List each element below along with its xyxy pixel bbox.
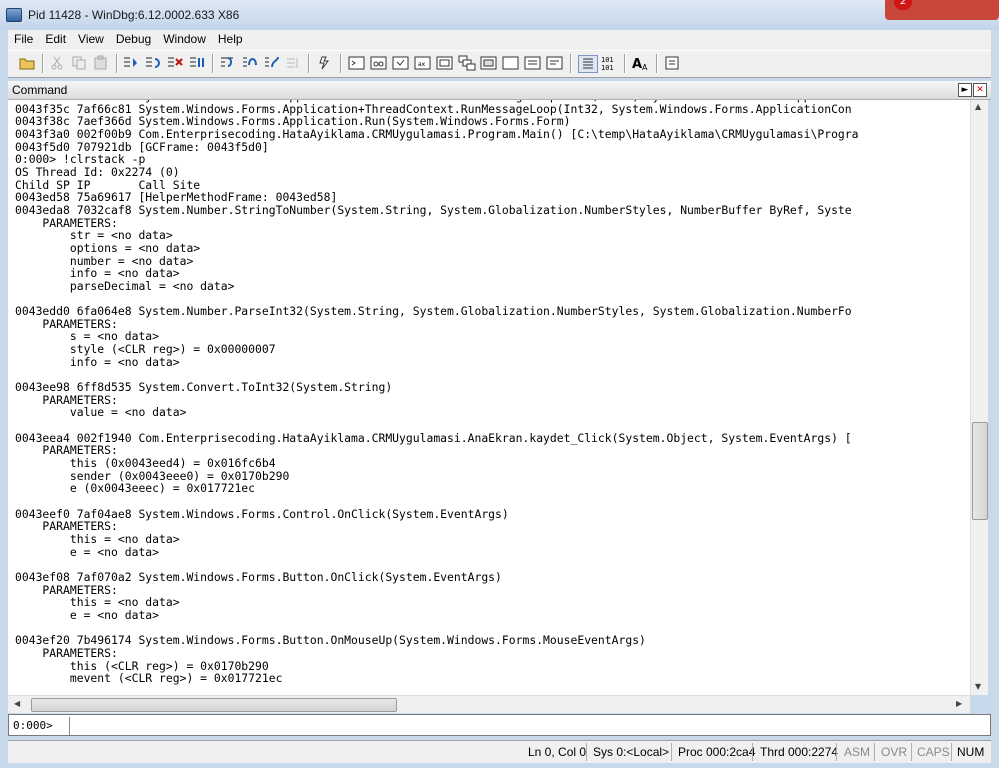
scroll-up-icon[interactable]: ▲ (975, 102, 981, 111)
window-title: Pid 11428 - WinDbg:6.12.0002.633 X86 (28, 8, 240, 22)
scroll-right-icon[interactable]: ▶ (956, 699, 962, 708)
svg-text:ax: ax (418, 61, 426, 68)
menu-bar: File Edit View Debug Window Help (8, 30, 991, 50)
go-icon[interactable] (122, 55, 140, 71)
copy-icon[interactable] (70, 55, 88, 71)
title-bar[interactable]: Pid 11428 - WinDbg:6.12.0002.633 X86 2 (0, 0, 999, 30)
vertical-scroll-thumb[interactable] (972, 422, 988, 520)
open-icon[interactable] (18, 55, 36, 71)
disassembly-icon[interactable] (480, 55, 498, 71)
step-out-icon[interactable] (262, 55, 280, 71)
status-thrd: Thrd 000:2274 (760, 745, 839, 759)
registers-icon[interactable]: ax (414, 55, 432, 71)
horizontal-scroll-thumb[interactable] (31, 698, 397, 712)
memory-icon[interactable] (436, 55, 454, 71)
status-asm: ASM (844, 745, 871, 759)
menu-view[interactable]: View (72, 30, 110, 50)
horizontal-scrollbar[interactable]: ◀ ▶ (8, 695, 970, 713)
svg-text:101: 101 (601, 56, 614, 64)
command-window-icon[interactable] (348, 55, 366, 71)
status-num: NUM (957, 745, 985, 759)
status-line-col: Ln 0, Col 0 (528, 745, 587, 759)
stop-debugging-icon[interactable] (166, 55, 184, 71)
hex-display-icon[interactable]: 101 101 (600, 55, 618, 71)
status-sys: Sys 0:<Local> (593, 745, 670, 759)
source-mode-icon[interactable] (316, 55, 334, 71)
call-stack-icon[interactable] (458, 55, 476, 71)
options-icon[interactable] (664, 55, 682, 71)
command-input[interactable] (69, 717, 974, 735)
locals-icon[interactable] (392, 55, 410, 71)
svg-text:A: A (642, 63, 648, 71)
step-into-icon[interactable] (218, 55, 236, 71)
cut-icon[interactable] (48, 55, 66, 71)
watch-icon[interactable] (370, 55, 388, 71)
status-caps: CAPS (917, 745, 950, 759)
command-prompt: 0:000> (13, 719, 53, 732)
windbg-app-icon (6, 8, 22, 22)
restart-icon[interactable] (144, 55, 162, 71)
scratch-pad-icon[interactable] (502, 55, 520, 71)
paste-icon[interactable] (92, 55, 110, 71)
status-proc: Proc 000:2ca4 (678, 745, 756, 759)
processes-threads-icon[interactable] (524, 55, 542, 71)
command-output-text: 0043f35c 7af66c81 System.Windows.Forms.A… (15, 100, 859, 686)
menu-help[interactable]: Help (212, 30, 249, 50)
break-icon[interactable] (188, 55, 206, 71)
scroll-left-icon[interactable]: ◀ (14, 699, 20, 708)
menu-debug[interactable]: Debug (110, 30, 157, 50)
command-panel-header: Command ► ✕ (8, 81, 991, 100)
svg-text:101: 101 (601, 64, 614, 71)
toolbar: ax 101 101 AA (8, 50, 991, 78)
status-bar: Ln 0, Col 0 Sys 0:<Local> Proc 000:2ca4 … (8, 740, 991, 763)
status-ovr: OVR (881, 745, 908, 759)
svg-text:A: A (632, 57, 642, 71)
menu-edit[interactable]: Edit (39, 30, 72, 50)
font-icon[interactable]: AA (632, 55, 650, 71)
step-over-icon[interactable] (240, 55, 258, 71)
panel-dock-icon[interactable]: ► (958, 83, 972, 97)
command-output[interactable]: 0043f35c 7af66c81 System.Windows.Forms.A… (8, 100, 970, 695)
source-mode-toggle-icon[interactable] (578, 55, 598, 73)
command-line: 0:000> (8, 714, 991, 736)
panel-close-icon[interactable]: ✕ (973, 83, 987, 97)
windbg-window: Pid 11428 - WinDbg:6.12.0002.633 X86 2 F… (0, 0, 999, 768)
command-panel-title: Command (12, 83, 68, 97)
font-window-icon[interactable] (546, 55, 564, 71)
scroll-down-icon[interactable]: ▼ (975, 682, 981, 691)
menu-file[interactable]: File (8, 30, 39, 50)
run-to-cursor-icon[interactable] (284, 55, 302, 71)
vertical-scrollbar[interactable]: ▲ ▼ (970, 100, 988, 695)
menu-window[interactable]: Window (157, 30, 212, 50)
